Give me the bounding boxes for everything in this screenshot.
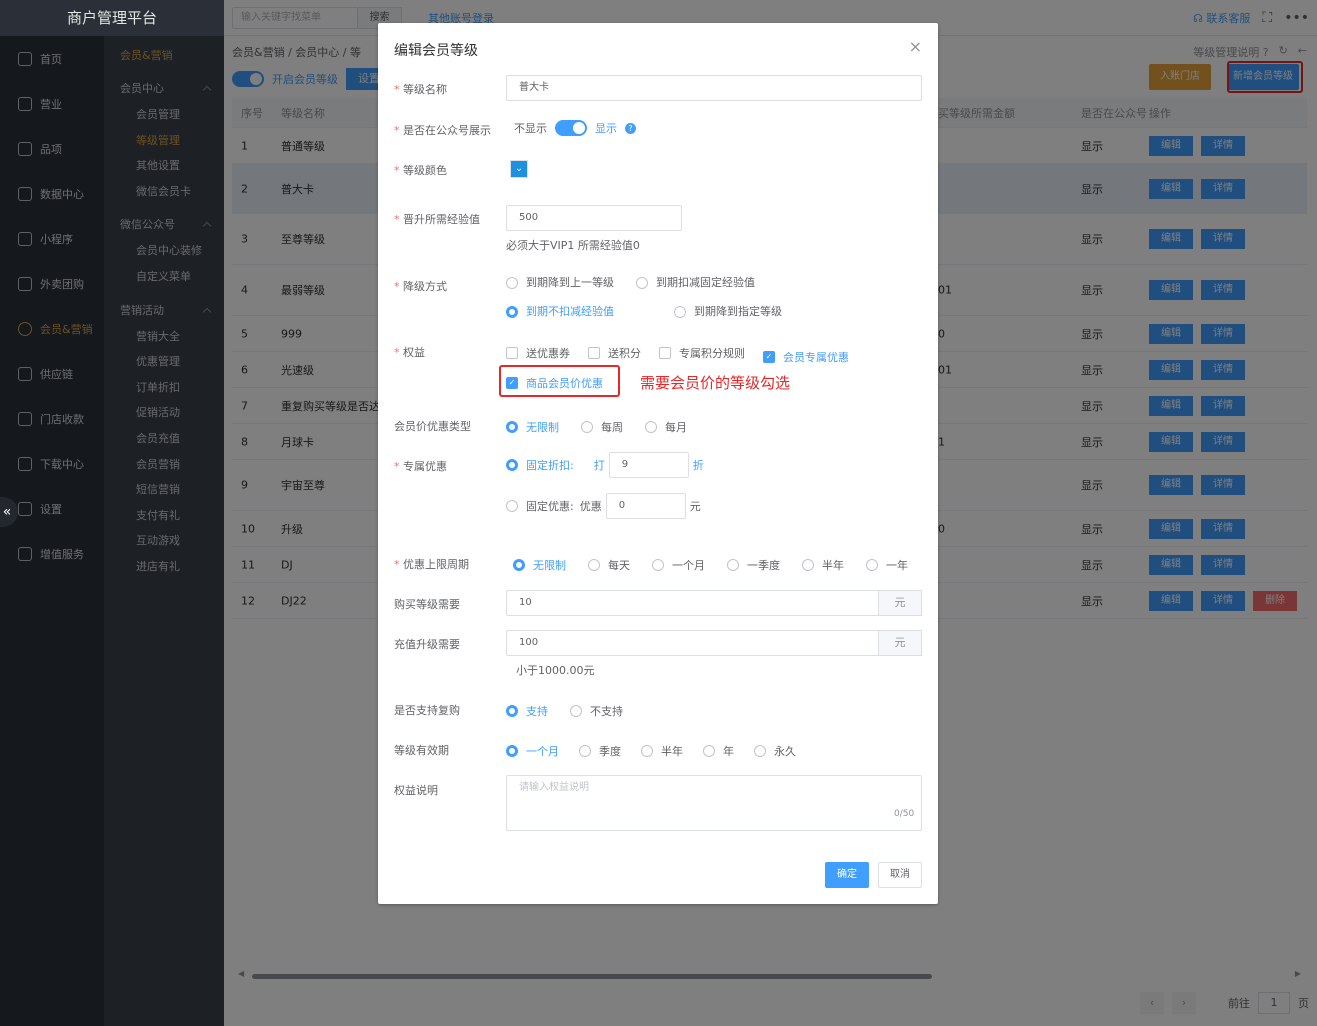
annotation-highlight-box bbox=[499, 365, 620, 397]
amount-input[interactable]: 0 bbox=[605, 493, 686, 519]
limit-period-label: 优惠上限周期 bbox=[394, 556, 469, 572]
radio-option[interactable]: 一季度 bbox=[727, 557, 780, 573]
buy-need-unit: 元 bbox=[878, 590, 922, 616]
close-icon[interactable]: × bbox=[909, 37, 922, 56]
price-type-radio-group: 无限制 每周 每月 bbox=[506, 419, 687, 436]
exp-hint: 必须大于VIP1 所需经验值0 bbox=[506, 239, 640, 252]
radio-option[interactable]: 半年 bbox=[641, 743, 683, 759]
radio-option[interactable]: 每周 bbox=[581, 419, 623, 435]
radio-option[interactable]: 到期扣减固定经验值 bbox=[636, 270, 755, 296]
radio-option[interactable]: 无限制 bbox=[513, 557, 566, 573]
radio-option[interactable]: 到期降到指定等级 bbox=[674, 299, 782, 325]
cancel-button[interactable]: 取消 bbox=[878, 862, 922, 888]
rebuy-label: 是否支持复购 bbox=[394, 704, 460, 717]
exp-label: 晋升所需经验值 bbox=[394, 211, 480, 227]
valid-label: 等级有效期 bbox=[394, 744, 449, 757]
app-root: 首页营业品项数据中心小程序外卖团购会员&营销供应链门店收款下载中心设置增值服务 … bbox=[0, 0, 1317, 1026]
radio-option[interactable]: 一个月 bbox=[652, 557, 705, 573]
rights-checkbox[interactable]: 送优惠券 bbox=[506, 345, 570, 361]
radio-option[interactable]: 一个月 bbox=[506, 743, 559, 759]
rebuy-radio-group: 支持 不支持 bbox=[506, 703, 623, 720]
recharge-hint: 小于1000.00元 bbox=[516, 664, 595, 677]
level-name-label: 等级名称 bbox=[394, 81, 447, 97]
recharge-need-label: 充值升级需要 bbox=[394, 638, 460, 651]
downgrade-radio-group: 到期降到上一等级 到期扣减固定经验值到期不扣减经验值 到期降到指定等级 bbox=[506, 270, 922, 328]
desc-counter: 0/50 bbox=[894, 809, 915, 819]
confirm-button[interactable]: 确定 bbox=[825, 862, 869, 888]
public-show-field: 不显示 显示 ? bbox=[514, 120, 636, 136]
radio-option[interactable]: 每天 bbox=[588, 557, 630, 573]
public-show-on-text: 显示 bbox=[595, 122, 617, 135]
fixed-discount-radio[interactable]: 固定折扣: bbox=[506, 457, 574, 473]
da-text: 打 bbox=[593, 459, 605, 472]
exp-input[interactable]: 500 bbox=[506, 205, 682, 231]
discount-input[interactable]: 9 bbox=[608, 452, 689, 478]
price-type-label: 会员价优惠类型 bbox=[394, 420, 471, 433]
level-color-label: 等级颜色 bbox=[394, 162, 447, 178]
fixed-amount-radio[interactable]: 固定优惠: bbox=[506, 498, 574, 514]
desc-label: 权益说明 bbox=[394, 784, 438, 797]
rights-checkbox[interactable]: 送积分 bbox=[588, 345, 641, 361]
limit-period-radio-group: 无限制 每天 一个月 一季度 半年 一年 bbox=[513, 557, 908, 574]
rights-checkbox[interactable]: 专属积分规则 bbox=[659, 345, 745, 361]
buy-need-input[interactable]: 10 bbox=[506, 590, 879, 616]
app-title: 商户管理平台 bbox=[0, 0, 224, 36]
radio-option[interactable]: 无限制 bbox=[506, 419, 559, 435]
public-show-off-text: 不显示 bbox=[514, 122, 547, 135]
level-name-input[interactable]: 普大卡 bbox=[506, 75, 922, 101]
radio-option[interactable]: 半年 bbox=[802, 557, 844, 573]
radio-option[interactable]: 不支持 bbox=[570, 703, 623, 719]
fixed-discount-row: 固定折扣: 打 9 折 bbox=[506, 452, 704, 478]
radio-option[interactable]: 到期不扣减经验值 bbox=[506, 299, 614, 325]
edit-level-dialog: 编辑会员等级 × 等级名称 普大卡 是否在公众号展示 不显示 显示 ? 等级颜色… bbox=[378, 23, 938, 904]
public-show-switch[interactable] bbox=[555, 120, 587, 136]
annotation-text: 需要会员价的等级勾选 bbox=[640, 374, 791, 392]
downgrade-label: 降级方式 bbox=[394, 278, 447, 294]
radio-option[interactable]: 每月 bbox=[645, 419, 687, 435]
chevron-down-icon: ⌄ bbox=[514, 163, 524, 174]
rights-checkbox[interactable]: 会员专属优惠 bbox=[763, 349, 849, 365]
rights-checkbox-group: 送优惠券 送积分 专属积分规则 会员专属优惠 bbox=[506, 345, 867, 365]
exclusive-label: 专属优惠 bbox=[394, 458, 447, 474]
yuan-text: 元 bbox=[689, 500, 701, 513]
recharge-need-input[interactable]: 100 bbox=[506, 630, 879, 656]
desc-textarea[interactable]: 请输入权益说明 bbox=[506, 775, 922, 831]
recharge-need-unit: 元 bbox=[878, 630, 922, 656]
valid-radio-group: 一个月 季度 半年 年 永久 bbox=[506, 743, 796, 760]
rights-label: 权益 bbox=[394, 344, 425, 360]
question-icon[interactable]: ? bbox=[625, 122, 636, 134]
radio-option[interactable]: 永久 bbox=[754, 743, 796, 759]
radio-option[interactable]: 一年 bbox=[866, 557, 908, 573]
level-color-picker[interactable]: ⌄ bbox=[510, 160, 528, 178]
radio-option[interactable]: 支持 bbox=[506, 703, 548, 719]
public-show-label: 是否在公众号展示 bbox=[394, 122, 491, 138]
zhe-text: 折 bbox=[692, 459, 704, 472]
dialog-title: 编辑会员等级 bbox=[394, 43, 478, 59]
radio-option[interactable]: 到期降到上一等级 bbox=[506, 270, 614, 296]
radio-option[interactable]: 年 bbox=[703, 743, 734, 759]
buy-need-label: 购买等级需要 bbox=[394, 598, 460, 611]
youhui-text: 优惠 bbox=[579, 500, 602, 513]
fixed-amount-row: 固定优惠: 优惠 0 元 bbox=[506, 493, 701, 519]
radio-option[interactable]: 季度 bbox=[579, 743, 621, 759]
